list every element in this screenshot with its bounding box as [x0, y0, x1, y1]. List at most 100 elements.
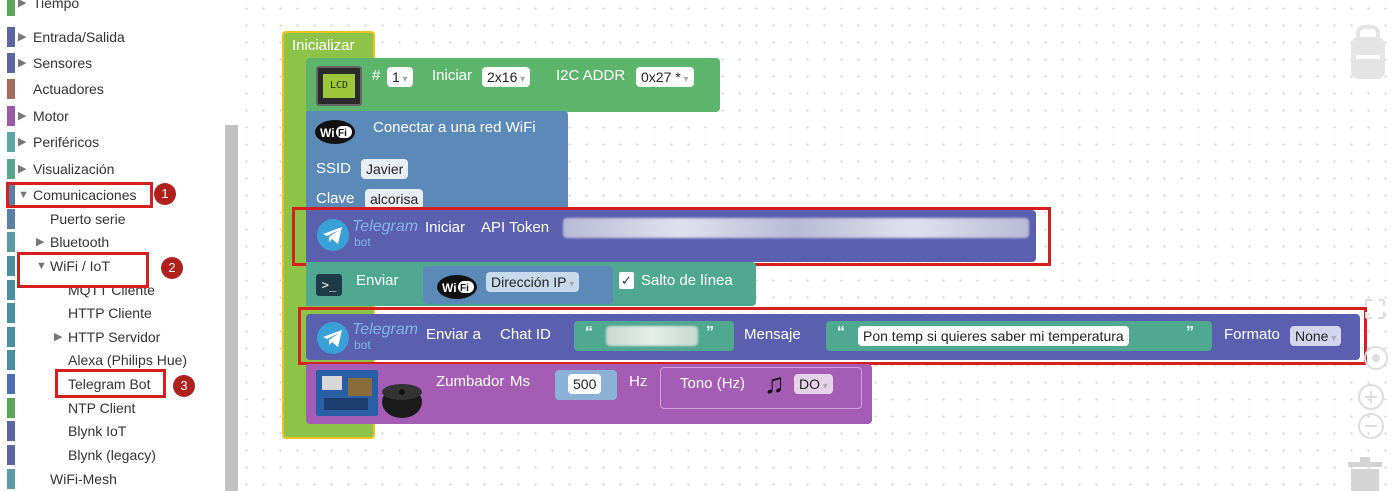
category-perifericos[interactable]: ▶ Periféricos — [0, 130, 225, 154]
subcategory-label: WiFi-Mesh — [50, 471, 117, 487]
category-label: Sensores — [33, 55, 93, 71]
music-note-icon: ♫ — [764, 368, 785, 399]
category-actuadores[interactable]: Actuadores — [0, 77, 225, 101]
highlight-box-telegram-send — [298, 307, 1367, 365]
subcategory-alexa[interactable]: Alexa (Philips Hue) — [0, 349, 225, 371]
fullscreen-icon[interactable] — [1364, 298, 1386, 320]
lcd-hash-label: # — [372, 67, 381, 84]
category-color-bar — [7, 374, 15, 394]
highlight-box-wifi-iot — [17, 252, 149, 288]
subcategory-label: Blynk (legacy) — [68, 447, 156, 463]
ssid-label: SSID — [316, 160, 352, 177]
lcd-icon-text: LCD — [323, 74, 355, 98]
inicializar-label: Inicializar — [292, 37, 355, 54]
category-label: Motor — [33, 108, 69, 124]
step-badge-2: 2 — [161, 257, 183, 279]
subcategory-label: HTTP Servidor — [68, 329, 161, 345]
category-color-bar — [7, 350, 15, 370]
recenter-icon[interactable] — [1362, 344, 1390, 372]
category-color-bar — [7, 327, 15, 347]
subcategory-label: HTTP Cliente — [68, 305, 152, 321]
subcategory-http-servidor[interactable]: ▶ HTTP Servidor — [0, 326, 225, 348]
subcategory-http-cliente[interactable]: HTTP Cliente — [0, 302, 225, 324]
lcd-i2c-label: I2C ADDR — [556, 67, 626, 84]
highlight-box-comunicaciones — [6, 182, 153, 208]
expand-arrow-icon: ▶ — [54, 331, 63, 343]
expand-arrow-icon: ▶ — [18, 31, 27, 43]
zumbador-label: Zumbador — [436, 373, 505, 390]
enviar-label: Enviar — [356, 272, 399, 289]
subcategory-label: Bluetooth — [50, 234, 110, 250]
ip-dropdown[interactable]: Dirección IP — [486, 272, 580, 292]
step-badge-1: 1 — [154, 183, 176, 205]
subcategory-bluetooth[interactable]: ▶ Bluetooth — [0, 231, 225, 253]
ms-input[interactable]: 500 — [568, 374, 602, 394]
subcategory-wifi-mesh[interactable]: WiFi-Mesh — [0, 468, 225, 490]
category-color-bar — [7, 132, 15, 152]
clave-label: Clave — [316, 190, 355, 207]
svg-text:Wi: Wi — [320, 126, 335, 140]
expand-arrow-icon: ▶ — [18, 57, 27, 69]
zoom-in-icon[interactable] — [1357, 383, 1385, 411]
category-color-bar — [7, 421, 15, 441]
category-label: Tiempo — [33, 0, 80, 11]
svg-text:Fi: Fi — [338, 128, 347, 139]
backpack-icon[interactable] — [1348, 25, 1388, 81]
subcategory-label: NTP Client — [68, 400, 136, 416]
zoom-out-icon[interactable] — [1357, 412, 1385, 440]
wifi-connect-title: Conectar a una red WiFi — [373, 119, 536, 136]
sidebar-scrollbar[interactable] — [225, 125, 238, 491]
step-badge-3: 3 — [173, 375, 195, 397]
category-entrada-salida[interactable]: ▶ Entrada/Salida — [0, 25, 225, 49]
category-tiempo[interactable]: ▶ Tiempo — [0, 0, 225, 18]
category-label: Periféricos — [33, 134, 100, 150]
category-motor[interactable]: ▶ Motor — [0, 104, 225, 128]
expand-arrow-icon: ▶ — [18, 110, 27, 122]
category-color-bar — [7, 0, 15, 16]
lcd-size-dropdown[interactable]: 2x16 — [482, 67, 531, 87]
subcategory-ntp-client[interactable]: NTP Client — [0, 397, 225, 419]
clave-input[interactable]: alcorisa — [365, 189, 424, 209]
subcategory-label: Alexa (Philips Hue) — [68, 352, 188, 368]
category-color-bar — [7, 53, 15, 73]
lcd-icon: LCD — [316, 66, 362, 106]
category-color-bar — [7, 232, 15, 252]
toolbox-sidebar: ▶ Tiempo ▶ Entrada/Salida ▶ Sensores Act… — [0, 0, 238, 491]
expand-arrow-icon: ▶ — [18, 136, 27, 148]
svg-text:Fi: Fi — [460, 283, 469, 294]
category-sensores[interactable]: ▶ Sensores — [0, 51, 225, 75]
category-label: Visualización — [33, 161, 115, 177]
ms-label: Ms — [510, 373, 530, 390]
category-color-bar — [7, 106, 15, 126]
category-color-bar — [7, 209, 15, 229]
ssid-input[interactable]: Javier — [361, 159, 409, 179]
category-color-bar — [7, 469, 15, 489]
subcategory-blynk-iot[interactable]: Blynk IoT — [0, 420, 225, 442]
lcd-iniciar-label: Iniciar — [432, 67, 473, 84]
category-color-bar — [7, 445, 15, 465]
trash-icon[interactable] — [1344, 456, 1386, 491]
category-color-bar — [7, 303, 15, 323]
salto-checkbox[interactable]: ✓ — [619, 272, 634, 289]
expand-arrow-icon: ▶ — [18, 163, 27, 175]
subcategory-label: Blynk IoT — [68, 423, 127, 439]
note-dropdown[interactable]: DO — [794, 374, 833, 394]
hz-label: Hz — [629, 373, 648, 390]
lcd-number-dropdown[interactable]: 1 — [387, 67, 413, 87]
expand-arrow-icon: ▶ — [18, 0, 27, 9]
category-label: Entrada/Salida — [33, 29, 125, 45]
subcategory-puerto-serie[interactable]: Puerto serie — [0, 208, 225, 230]
category-color-bar — [7, 27, 15, 47]
lcd-address-dropdown[interactable]: 0x27 * — [636, 67, 694, 87]
category-color-bar — [7, 159, 15, 179]
category-color-bar — [7, 79, 15, 99]
buzzer-icon — [316, 370, 422, 418]
expand-arrow-icon: ▶ — [36, 236, 45, 248]
salto-label: Salto de línea — [641, 272, 733, 289]
subcategory-blynk-legacy[interactable]: Blynk (legacy) — [0, 444, 225, 466]
tono-label: Tono (Hz) — [680, 375, 746, 392]
category-color-bar — [7, 256, 15, 276]
highlight-box-telegram-init — [292, 207, 1051, 266]
category-color-bar — [7, 280, 15, 300]
category-visualizacion[interactable]: ▶ Visualización — [0, 157, 225, 181]
